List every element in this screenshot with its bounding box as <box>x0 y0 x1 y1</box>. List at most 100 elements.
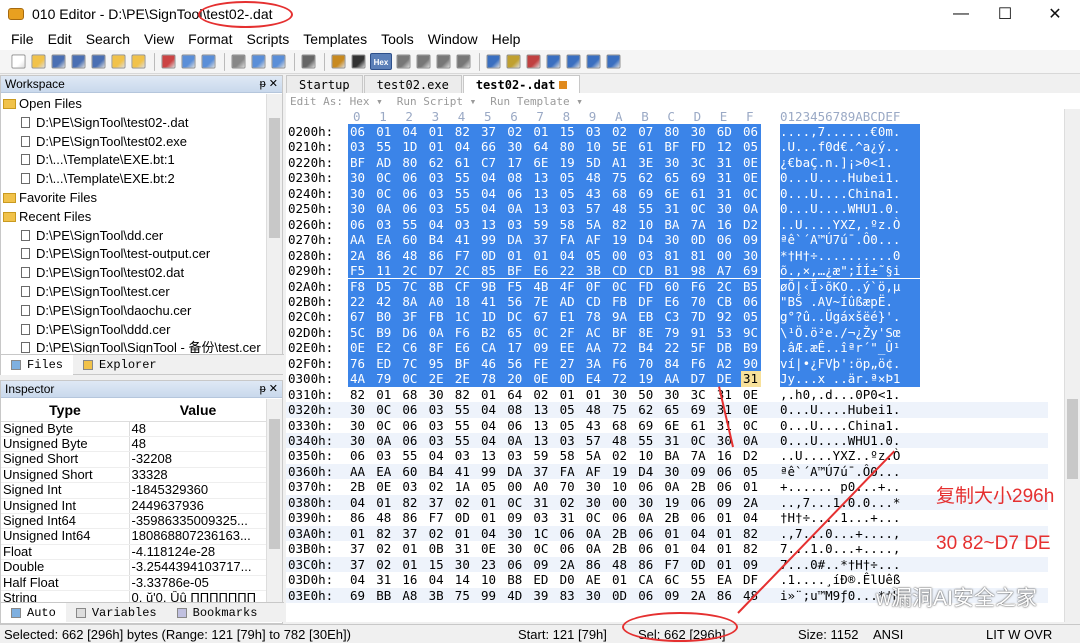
hex-byte[interactable]: 72 <box>610 340 637 356</box>
hex-byte[interactable]: 31 <box>741 371 761 387</box>
hex-byte[interactable]: 07 <box>636 124 663 140</box>
hex-byte[interactable]: 37 <box>531 232 558 248</box>
goto-icon[interactable] <box>271 54 286 69</box>
hex-byte[interactable]: 01 <box>715 526 741 541</box>
hex-byte[interactable]: AA <box>662 371 689 387</box>
panel-pin-close[interactable]: ᵽ ✕ <box>260 76 278 93</box>
hex-byte[interactable]: 19 <box>636 371 663 387</box>
hex-byte[interactable]: 0C <box>584 510 610 525</box>
hex-byte[interactable]: 0C <box>531 324 558 341</box>
hex-byte[interactable]: 86 <box>584 557 610 572</box>
hex-byte[interactable]: 10 <box>583 139 610 155</box>
panel-tab-files[interactable]: Files <box>1 354 74 375</box>
hex-byte[interactable]: B0 <box>374 309 401 325</box>
hex-byte[interactable]: 0C <box>374 418 400 433</box>
hex-byte[interactable]: F6 <box>688 278 715 294</box>
hex-byte[interactable]: 82 <box>400 495 426 510</box>
hex-byte[interactable]: A8 <box>400 588 426 603</box>
hex-byte[interactable]: D7 <box>426 263 453 279</box>
bold-icon[interactable] <box>351 54 366 69</box>
inspector-row[interactable]: Half Float -3.33786e-05 <box>1 575 267 591</box>
hex-byte[interactable]: 19 <box>610 232 637 248</box>
hex-byte[interactable]: 03 <box>558 433 584 448</box>
hex-byte[interactable]: 0A <box>374 201 401 217</box>
hex-byte[interactable]: F6 <box>688 355 715 372</box>
hex-byte[interactable]: 7C <box>400 278 427 294</box>
hex-byte[interactable]: 39 <box>531 588 557 603</box>
hex-byte[interactable]: 67 <box>348 309 375 325</box>
hex-byte[interactable]: 06 <box>505 185 532 202</box>
hex-byte[interactable]: 0C <box>688 201 715 217</box>
hex-byte[interactable]: CD <box>610 263 637 279</box>
hex-byte[interactable]: 0F <box>583 278 610 294</box>
hex-byte[interactable]: 68 <box>610 185 637 202</box>
ascii-text[interactable]: *†H†÷..........0 <box>780 247 920 264</box>
hex-byte[interactable]: 50 <box>636 387 662 402</box>
hex-byte[interactable]: 2A <box>689 588 715 603</box>
ascii-text[interactable]: .U...f0d€.^a¿ý.. <box>780 139 920 155</box>
hex-byte[interactable]: 27 <box>557 355 584 372</box>
hex-byte[interactable]: 30 <box>348 201 375 217</box>
hex-byte[interactable]: 06 <box>400 433 426 448</box>
hex-byte[interactable]: 53 <box>714 324 741 341</box>
ascii-text[interactable]: ,.h0,.d...0P0<1. <box>780 387 900 402</box>
hex-byte[interactable]: 82 <box>348 387 374 402</box>
hex-byte[interactable]: 05 <box>558 418 584 433</box>
hex-byte[interactable]: 06 <box>741 124 761 140</box>
hex-byte[interactable]: 01 <box>610 572 636 587</box>
hex-byte[interactable]: 60 <box>400 232 427 248</box>
hex-byte[interactable]: 30 <box>348 170 375 186</box>
font-icon[interactable] <box>331 54 346 69</box>
hex-byte[interactable]: 06 <box>505 418 531 433</box>
inspector-row[interactable]: Double -3.2544394103717... <box>1 559 267 576</box>
hex-byte[interactable]: 2C <box>452 263 479 279</box>
hex-byte[interactable]: 31 <box>662 433 688 448</box>
hex-byte[interactable]: 02 <box>453 495 479 510</box>
hex-byte[interactable]: 61 <box>636 139 663 155</box>
open-file-icon[interactable] <box>31 54 46 69</box>
hex-byte[interactable]: 30 <box>584 479 610 494</box>
hex-byte[interactable]: 06 <box>715 479 741 494</box>
hex-byte[interactable]: 61 <box>689 418 715 433</box>
save-all-icon[interactable] <box>91 54 106 69</box>
hex-byte[interactable]: 69 <box>636 185 663 202</box>
workspace-scrollbar[interactable] <box>266 94 282 354</box>
hex-byte[interactable]: 1D <box>400 139 427 155</box>
hex-byte[interactable]: 55 <box>636 201 663 217</box>
hex-byte[interactable]: 6C <box>662 572 688 587</box>
hex-byte[interactable]: AA <box>348 464 374 479</box>
hex-byte[interactable]: 81 <box>662 247 689 264</box>
hex-byte[interactable]: 16 <box>714 216 741 233</box>
hex-byte[interactable]: 56 <box>505 355 532 372</box>
hex-byte[interactable]: 01 <box>662 541 688 556</box>
hex-byte[interactable]: F6 <box>452 324 479 341</box>
hex-byte[interactable]: 04 <box>479 433 505 448</box>
hex-byte[interactable]: 31 <box>374 572 400 587</box>
tree-file-item[interactable]: D:\...\Template\EXE.bt:2 <box>3 170 265 189</box>
compare-icon[interactable] <box>526 54 541 69</box>
hex-byte[interactable]: 82 <box>741 526 761 541</box>
hex-byte[interactable]: 60 <box>662 278 689 294</box>
hex-byte[interactable]: 80 <box>557 139 584 155</box>
hex-byte[interactable]: 10 <box>610 479 636 494</box>
hex-byte[interactable]: 2E <box>452 371 479 387</box>
hex-byte[interactable]: 01 <box>715 510 741 525</box>
hex-byte[interactable]: 00 <box>610 495 636 510</box>
hex-byte[interactable]: 03 <box>426 170 453 186</box>
hex-byte[interactable]: 86 <box>400 510 426 525</box>
maximize-button[interactable]: ☐ <box>982 0 1028 28</box>
hex-byte[interactable]: 2A <box>558 557 584 572</box>
ascii-text[interactable]: ví|•¿FVþ':öp„ö¢. <box>780 355 920 372</box>
ascii-text[interactable]: 0...U....China1. <box>780 185 920 202</box>
hex-byte[interactable]: CA <box>636 572 662 587</box>
menu-templates[interactable]: Templates <box>296 31 374 47</box>
hex-byte[interactable]: CB <box>714 293 741 310</box>
hex-byte[interactable]: 01 <box>400 557 426 572</box>
menu-search[interactable]: Search <box>79 31 137 47</box>
ascii-text[interactable]: ¿­€baÇ.n.]¡>0<1. <box>780 154 920 171</box>
hex-byte[interactable]: 03 <box>348 139 375 155</box>
hex-byte[interactable]: 14 <box>453 572 479 587</box>
hex-byte[interactable]: BB <box>374 588 400 603</box>
hex-byte[interactable]: 04 <box>557 247 584 264</box>
hex-byte[interactable]: 2B <box>610 526 636 541</box>
